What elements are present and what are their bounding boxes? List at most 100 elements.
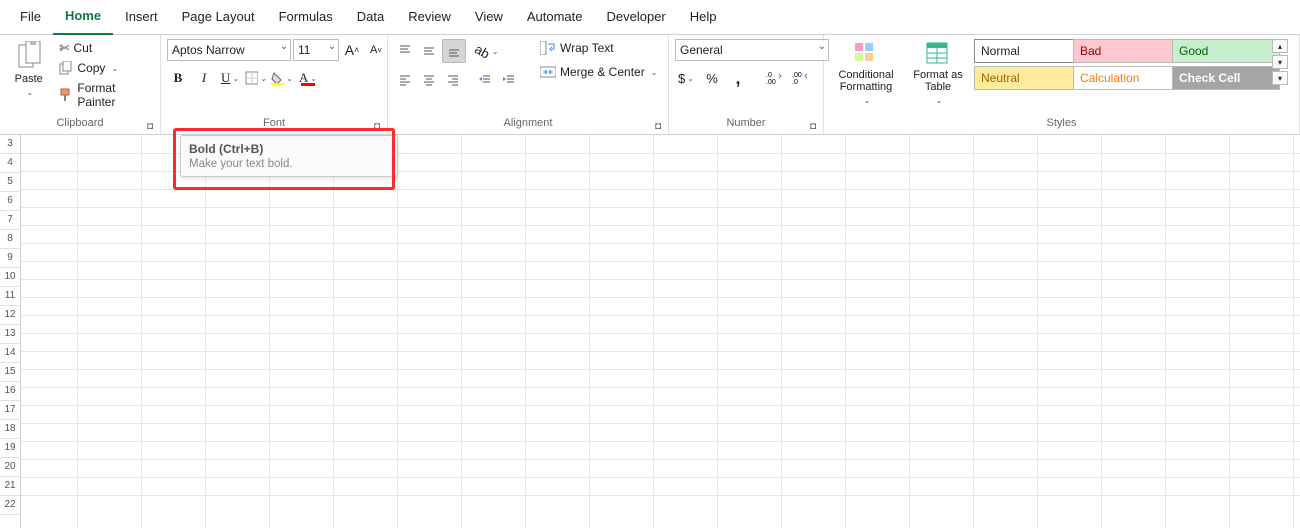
tab-automate[interactable]: Automate xyxy=(515,0,595,34)
merge-center-button[interactable]: Merge & Center ⌄ xyxy=(536,63,661,81)
tab-insert[interactable]: Insert xyxy=(113,0,170,34)
orientation-button[interactable]: ab⌄ xyxy=(476,40,498,62)
row-header[interactable]: 8 xyxy=(0,230,20,249)
tab-page-layout[interactable]: Page Layout xyxy=(170,0,267,34)
row-header[interactable]: 3 xyxy=(0,135,20,154)
decrease-font-button[interactable]: A˅ xyxy=(365,39,387,61)
row-header[interactable]: 10 xyxy=(0,268,20,287)
paste-icon xyxy=(16,41,42,71)
tab-review[interactable]: Review xyxy=(396,0,463,34)
row-header[interactable]: 18 xyxy=(0,420,20,439)
number-format-select[interactable]: General xyxy=(675,39,829,61)
align-bottom-button[interactable] xyxy=(442,39,466,63)
bold-button[interactable]: B xyxy=(167,67,189,89)
align-middle-button[interactable] xyxy=(418,40,440,62)
row-header[interactable]: 9 xyxy=(0,249,20,268)
font-size-select[interactable]: 11 xyxy=(293,39,339,61)
tab-view[interactable]: View xyxy=(463,0,515,34)
row-header[interactable]: 13 xyxy=(0,325,20,344)
style-calculation[interactable]: Calculation xyxy=(1073,66,1181,90)
row-header[interactable]: 12 xyxy=(0,306,20,325)
row-header[interactable]: 11 xyxy=(0,287,20,306)
row-header[interactable]: 7 xyxy=(0,211,20,230)
tab-data[interactable]: Data xyxy=(345,0,396,34)
row-header[interactable]: 17 xyxy=(0,401,20,420)
copy-label: Copy xyxy=(77,61,105,75)
align-right-button[interactable] xyxy=(442,69,464,91)
font-launcher[interactable]: ◘ xyxy=(371,120,383,132)
style-good[interactable]: Good xyxy=(1172,39,1280,63)
align-left-button[interactable] xyxy=(394,69,416,91)
style-bad[interactable]: Bad xyxy=(1073,39,1181,63)
chevron-down-icon: ⌄ xyxy=(651,68,658,77)
group-font: Aptos Narrow 11 A˄ A˅ B I U⌄ ⌄ ⌄ A⌄ Font… xyxy=(161,35,388,134)
merge-center-label: Merge & Center xyxy=(560,65,645,79)
alignment-launcher[interactable]: ◘ xyxy=(652,120,664,132)
tab-developer[interactable]: Developer xyxy=(595,0,678,34)
tab-help[interactable]: Help xyxy=(678,0,729,34)
chevron-down-icon: ⌄ xyxy=(111,64,118,73)
tab-formulas[interactable]: Formulas xyxy=(267,0,345,34)
style-neutral[interactable]: Neutral xyxy=(974,66,1082,90)
copy-button[interactable]: Copy ⌄ xyxy=(55,59,154,77)
styles-expand[interactable]: ▾ xyxy=(1272,71,1288,85)
row-header[interactable]: 4 xyxy=(0,154,20,173)
decrease-decimal-button[interactable]: .00.0 xyxy=(789,67,811,89)
row-header[interactable]: 19 xyxy=(0,439,20,458)
tab-home[interactable]: Home xyxy=(53,0,113,35)
increase-decimal-button[interactable]: .0.00 xyxy=(763,67,785,89)
align-center-button[interactable] xyxy=(418,69,440,91)
chevron-down-icon: ⌄ xyxy=(492,47,499,56)
increase-font-button[interactable]: A˄ xyxy=(341,39,363,61)
row-header[interactable]: 5 xyxy=(0,173,20,192)
cut-button[interactable]: ✄ Cut xyxy=(55,39,154,57)
row-headers: 345678910111213141516171819202122 xyxy=(0,135,21,528)
chevron-down-icon: ⌄ xyxy=(232,74,239,83)
font-color-button[interactable]: A⌄ xyxy=(297,67,319,89)
cell-grid[interactable] xyxy=(21,135,1300,528)
merge-icon xyxy=(540,65,556,79)
chevron-down-icon: ⌄ xyxy=(936,95,943,107)
paste-button[interactable]: Paste ⌄ xyxy=(6,39,51,101)
scissors-icon: ✄ xyxy=(59,41,69,55)
format-as-table-button[interactable]: Format as Table⌄ xyxy=(906,39,970,109)
align-top-button[interactable] xyxy=(394,40,416,62)
row-header[interactable]: 16 xyxy=(0,382,20,401)
chevron-down-icon: ⌄ xyxy=(26,87,33,99)
number-launcher[interactable]: ◘ xyxy=(807,120,819,132)
styles-scroll-up[interactable]: ▴ xyxy=(1272,39,1288,53)
copy-icon xyxy=(59,61,73,75)
comma-format-button[interactable]: , xyxy=(727,67,749,89)
row-header[interactable]: 14 xyxy=(0,344,20,363)
wrap-text-icon xyxy=(540,41,556,55)
italic-button[interactable]: I xyxy=(193,67,215,89)
tab-file[interactable]: File xyxy=(8,0,53,34)
accounting-format-button[interactable]: $⌄ xyxy=(675,67,697,89)
conditional-formatting-button[interactable]: Conditional Formatting⌄ xyxy=(830,39,902,109)
style-check-cell[interactable]: Check Cell xyxy=(1172,66,1280,90)
format-painter-button[interactable]: Format Painter xyxy=(55,79,154,111)
row-header[interactable]: 20 xyxy=(0,458,20,477)
row-header[interactable]: 15 xyxy=(0,363,20,382)
group-number: General $⌄ % , .0.00 .00.0 Number◘ xyxy=(669,35,824,134)
svg-text:.00: .00 xyxy=(792,72,802,79)
row-header[interactable]: 22 xyxy=(0,496,20,515)
wrap-text-button[interactable]: Wrap Text xyxy=(536,39,661,57)
ribbon: Paste ⌄ ✄ Cut Copy ⌄ Format Painter xyxy=(0,35,1300,135)
styles-scroll-down[interactable]: ▾ xyxy=(1272,55,1288,69)
percent-format-button[interactable]: % xyxy=(701,67,723,89)
tooltip-body: Make your text bold. xyxy=(189,158,389,170)
decrease-indent-button[interactable] xyxy=(474,69,496,91)
underline-button[interactable]: U⌄ xyxy=(219,67,241,89)
row-header[interactable]: 6 xyxy=(0,192,20,211)
increase-indent-button[interactable] xyxy=(498,69,520,91)
row-header[interactable]: 21 xyxy=(0,477,20,496)
font-name-select[interactable]: Aptos Narrow xyxy=(167,39,291,61)
chevron-down-icon: ⌄ xyxy=(310,74,317,83)
number-format-value: General xyxy=(680,43,723,57)
clipboard-launcher[interactable]: ◘ xyxy=(144,120,156,132)
font-name-value: Aptos Narrow xyxy=(172,43,245,57)
fill-color-button[interactable]: ⌄ xyxy=(271,67,293,89)
borders-button[interactable]: ⌄ xyxy=(245,67,267,89)
style-normal[interactable]: Normal xyxy=(974,39,1082,63)
